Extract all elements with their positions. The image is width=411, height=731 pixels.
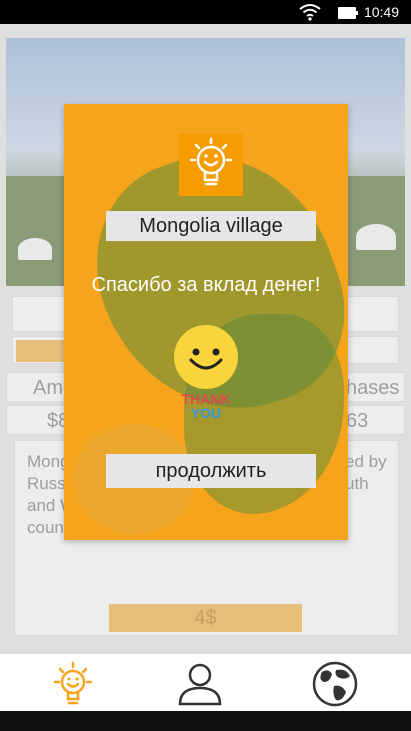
bottom-nav [0,653,411,711]
wifi-icon [299,3,321,26]
you-text: YOU [190,405,222,421]
dialog-title: Mongolia village [106,211,316,241]
nav-lightbulb-icon[interactable] [48,660,98,708]
thank-you-dialog: Mongolia village Спасибо за вклад денег!… [64,104,348,540]
nav-globe-icon[interactable] [310,660,360,708]
thank-text: THANK [181,391,231,407]
nav-profile-icon[interactable] [175,660,225,708]
status-bar: 10:49 [0,0,411,24]
lightbulb-icon [179,134,243,196]
battery-icon [338,7,358,19]
system-nav-bar [0,711,411,731]
status-time: 10:49 [363,4,399,20]
continue-button[interactable]: продолжить [106,454,316,488]
dialog-message: Спасибо за вклад денег! [91,274,321,296]
smiley-icon [173,324,239,390]
thank-you-label: THANK YOU [164,392,248,420]
